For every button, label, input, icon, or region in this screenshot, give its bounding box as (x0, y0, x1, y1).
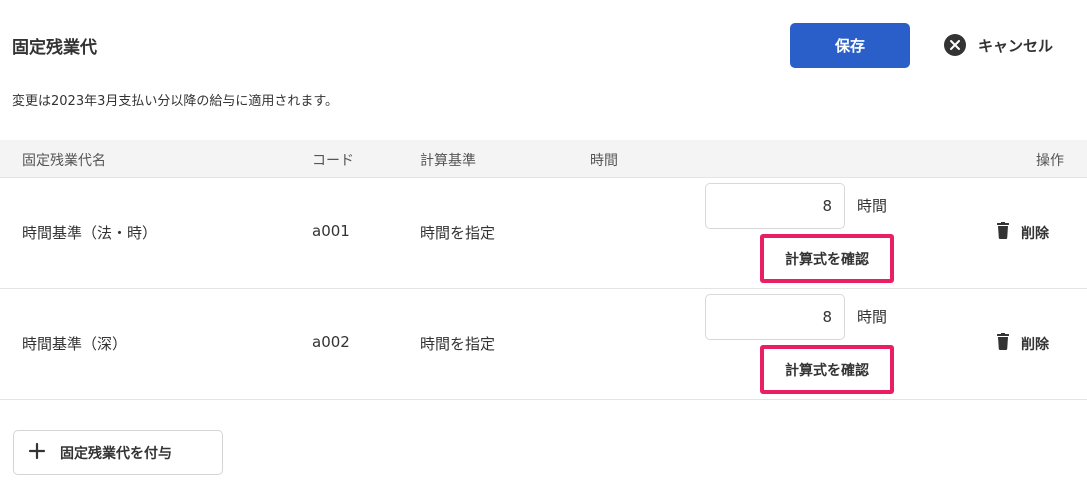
column-header-basis: 計算基準 (420, 153, 476, 169)
column-header-code: コード (312, 153, 354, 169)
page-title: 固定残業代 (12, 38, 97, 58)
effective-date-notice: 変更は2023年3月支払い分以降の給与に適用されます。 (12, 94, 339, 109)
add-button-label: 固定残業代を付与 (60, 445, 172, 462)
save-button[interactable]: 保存 (790, 23, 910, 68)
delete-button[interactable]: 削除 (996, 222, 1049, 243)
column-header-actions: 操作 (1036, 153, 1064, 169)
delete-label: 削除 (1021, 225, 1049, 242)
cancel-label: キャンセル (978, 36, 1054, 55)
table-header: 固定残業代名 コード 計算基準 時間 操作 (0, 140, 1087, 178)
row-basis: 時間を指定 (420, 224, 496, 242)
close-circle-icon (944, 34, 966, 56)
trash-icon (996, 333, 1010, 354)
row-basis: 時間を指定 (420, 335, 496, 353)
delete-label: 削除 (1021, 336, 1049, 353)
hours-unit: 時間 (857, 308, 888, 326)
hours-input[interactable] (705, 294, 845, 340)
row-code: a002 (312, 333, 350, 351)
trash-icon (996, 222, 1010, 243)
row-name: 時間基準（深） (22, 335, 128, 353)
add-fixed-overtime-button[interactable]: 固定残業代を付与 (13, 430, 223, 475)
hours-unit: 時間 (857, 197, 888, 215)
delete-button[interactable]: 削除 (996, 333, 1049, 354)
plus-icon (28, 442, 46, 464)
column-header-hours: 時間 (590, 153, 618, 169)
hours-input[interactable] (705, 183, 845, 229)
row-code: a001 (312, 222, 350, 240)
table-row: 時間基準（法・時） a001 時間を指定 時間 計算式を確認 削除 (0, 178, 1087, 289)
column-header-name: 固定残業代名 (22, 153, 106, 169)
cancel-button[interactable]: キャンセル (944, 30, 1053, 60)
fixed-overtime-editor: 固定残業代 保存 キャンセル 変更は2023年3月支払い分以降の給与に適用されま… (0, 0, 1087, 502)
table-row: 時間基準（深） a002 時間を指定 時間 計算式を確認 削除 (0, 289, 1087, 400)
view-formula-button[interactable]: 計算式を確認 (760, 234, 894, 283)
view-formula-button[interactable]: 計算式を確認 (760, 345, 894, 394)
row-name: 時間基準（法・時） (22, 224, 158, 242)
